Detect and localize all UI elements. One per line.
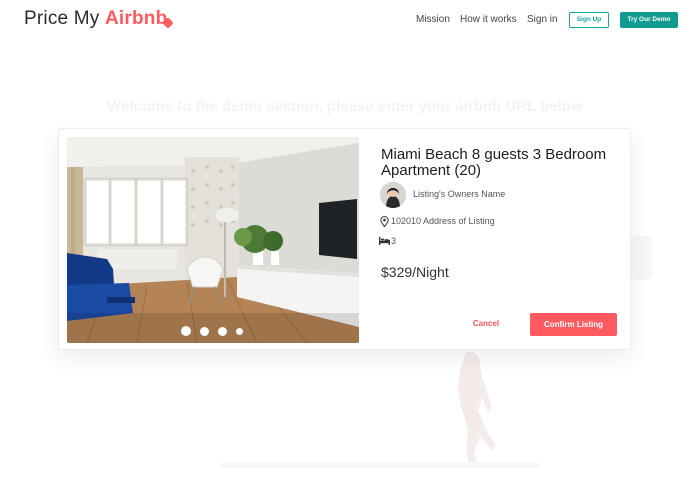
brand-text-price-my: Price My	[24, 8, 105, 29]
listing-photo[interactable]	[67, 137, 359, 343]
brand-logo[interactable]: Price My Airbnb	[24, 8, 175, 30]
nav-link-mission[interactable]: Mission	[416, 14, 450, 25]
owner-avatar	[380, 182, 406, 208]
pin-icon	[380, 216, 389, 227]
listing-card: Miami Beach 8 guests 3 Bedroom Apartment…	[58, 128, 631, 350]
sign-up-button[interactable]: Sign Up	[569, 12, 609, 28]
try-demo-button[interactable]: Try Our Demo	[620, 12, 678, 28]
carousel-dot-4[interactable]	[236, 328, 243, 335]
cancel-button[interactable]: Cancel	[457, 313, 515, 335]
listing-price: $329/Night	[381, 264, 449, 280]
welcome-heading: Welcome to the demo section, please ente…	[107, 98, 583, 115]
brand-text-airbnb: Airbnb	[104, 8, 168, 29]
confirm-listing-button[interactable]: Confirm Listing	[530, 313, 617, 336]
background-figure-illustration	[458, 351, 496, 468]
owner-name: Listing's Owners Name	[413, 189, 506, 199]
background-shadow	[220, 462, 540, 468]
navbar: Price My Airbnb Mission How it works Sig…	[0, 0, 690, 40]
owner-avatar-image	[380, 182, 406, 208]
listing-address: 102010 Address of Listing	[391, 216, 495, 226]
nav-link-sign-in[interactable]: Sign in	[527, 14, 558, 25]
listing-photo-image	[67, 137, 359, 343]
carousel-dot-1[interactable]	[181, 326, 191, 336]
bed-icon	[379, 237, 390, 245]
nav-link-how-it-works[interactable]: How it works	[460, 14, 517, 25]
background-decoration	[630, 236, 652, 280]
carousel-dot-3[interactable]	[218, 327, 227, 336]
listing-title: Miami Beach 8 guests 3 Bedroom Apartment…	[381, 146, 607, 179]
bed-count: 3	[391, 236, 397, 246]
carousel-dot-2[interactable]	[200, 327, 209, 336]
